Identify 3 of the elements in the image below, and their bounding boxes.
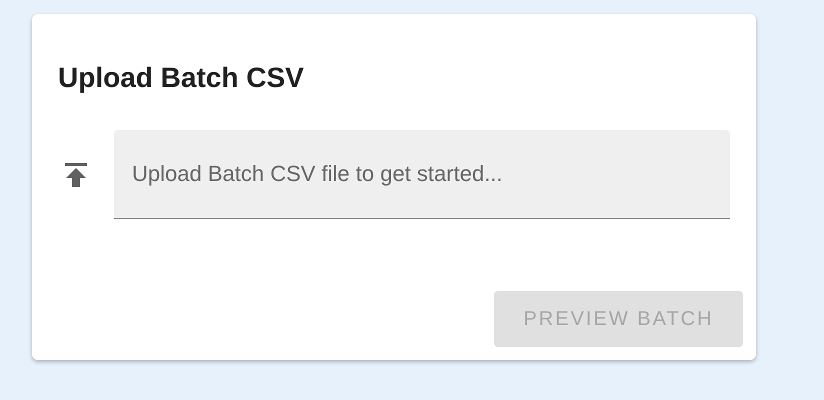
card-title: Upload Batch CSV — [58, 61, 305, 95]
upload-icon[interactable] — [64, 162, 88, 188]
upload-field[interactable]: Upload Batch CSV file to get started... — [114, 130, 730, 219]
